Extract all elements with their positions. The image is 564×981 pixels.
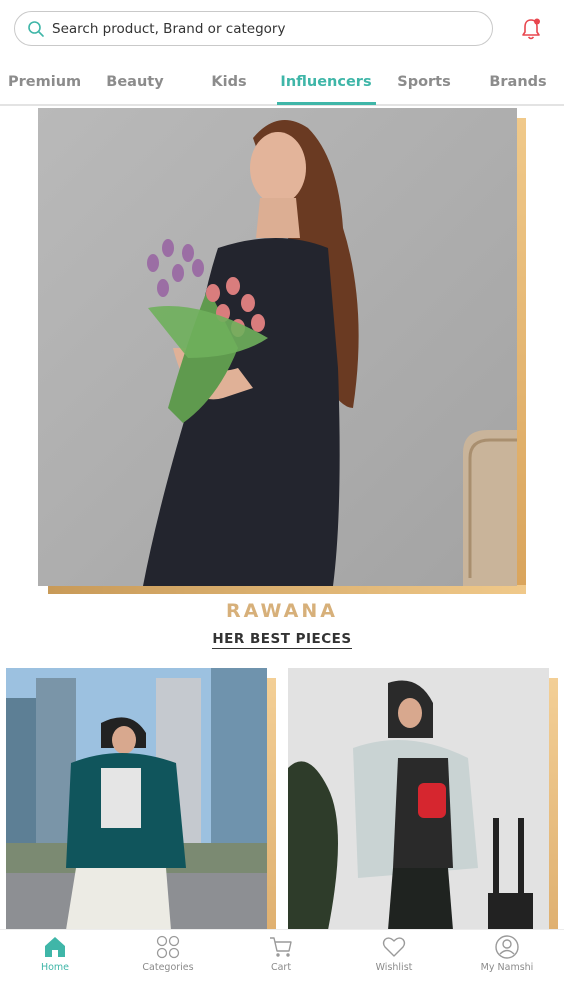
nav-categories[interactable]: Categories (113, 934, 223, 973)
tab-kids[interactable]: Kids (206, 74, 252, 90)
gold-frame-right (267, 678, 276, 930)
nav-categories-label: Categories (142, 962, 194, 973)
nav-home[interactable]: Home (0, 934, 110, 973)
product-photo-2 (288, 668, 549, 930)
active-tab-indicator (277, 102, 376, 105)
influencer-name: RAWANA (226, 600, 338, 622)
best-pieces-label: HER BEST PIECES (212, 631, 352, 649)
notification-bell-icon[interactable] (520, 17, 542, 41)
product-photo-1 (6, 668, 267, 930)
influencer-hero-banner[interactable] (38, 108, 526, 594)
tab-sports[interactable]: Sports (396, 74, 452, 90)
nav-my-namshi-label: My Namshi (480, 962, 534, 973)
product-card-1[interactable] (6, 668, 276, 930)
nav-home-label: Home (40, 962, 70, 973)
user-icon (495, 935, 519, 959)
nav-cart[interactable]: Cart (226, 934, 336, 973)
search-icon (28, 21, 44, 37)
nav-my-namshi[interactable]: My Namshi (452, 934, 562, 973)
bottom-navigation: Home Categories Cart Wishlist My Namshi (0, 929, 564, 981)
nav-wishlist[interactable]: Wishlist (339, 934, 449, 973)
search-bar[interactable]: Search product, Brand or category (14, 11, 493, 46)
hero-photo (38, 108, 517, 586)
tab-beauty[interactable]: Beauty (105, 74, 165, 90)
best-pieces-link[interactable]: HER BEST PIECES (0, 631, 564, 649)
search-placeholder: Search product, Brand or category (52, 21, 286, 37)
nav-wishlist-label: Wishlist (375, 962, 413, 973)
tab-premium[interactable]: Premium (8, 74, 81, 90)
product-card-2[interactable] (288, 668, 558, 930)
gold-frame-right (549, 678, 558, 930)
category-tabs: Premium Beauty Kids Influencers Sports B… (0, 66, 564, 106)
tab-influencers[interactable]: Influencers (280, 74, 372, 90)
home-icon (45, 937, 65, 957)
nav-cart-label: Cart (270, 962, 292, 973)
tab-brands[interactable]: Brands (488, 74, 548, 90)
categories-icon (156, 935, 180, 959)
gold-frame-right (516, 118, 526, 594)
header: Search product, Brand or category (0, 0, 564, 60)
heart-icon (382, 937, 406, 957)
cart-icon (270, 937, 292, 957)
gold-frame-bottom (48, 585, 526, 594)
